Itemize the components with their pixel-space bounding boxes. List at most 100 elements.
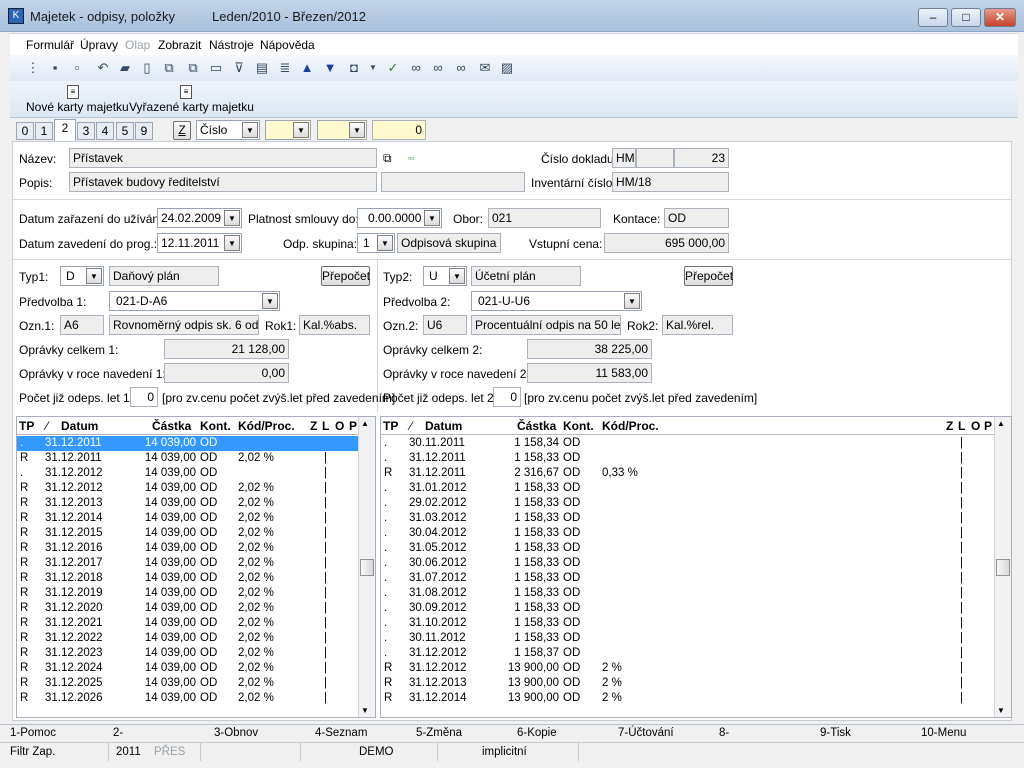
table-row[interactable]: . 31.08.2012 1 158,33 OD | [381,586,994,601]
notes-icon[interactable]: ▨ [498,59,516,77]
fkey-1[interactable]: 1-Pomoc [10,727,56,739]
odp-skupina-name[interactable]: Odpisová skupina 1 ( [397,233,501,253]
table-row[interactable]: . 30.06.2012 1 158,33 OD | [381,556,994,571]
right-depreciation-grid[interactable]: TP ⁄ Datum Částka Kont. Kód/Proc. Z L O … [380,416,1012,718]
table-row[interactable]: . 31.12.2011 14 039,00 OD [17,436,358,451]
camera-icon[interactable]: ◘ [345,59,363,77]
find-check-icon[interactable]: ✓ [384,59,402,77]
col-kod[interactable]: Kód/Proc. [602,419,659,433]
tab-0[interactable]: 0 [16,122,34,140]
rok2-field[interactable]: Kal.%rel. [662,315,733,335]
table-row[interactable]: . 30.11.2012 1 158,33 OD | [381,631,994,646]
fkey-8[interactable]: 8- [719,727,729,739]
stack-icon[interactable]: ≣ [276,59,294,77]
discarded-cards-button[interactable]: Vyřazené karty majetku [129,100,254,114]
tree-icon[interactable]: ⋮ [24,59,42,77]
datum-zarazeni-field[interactable]: 24.02.2009 ▼ [157,208,242,228]
close-button[interactable]: ✕ [984,8,1016,27]
scroll-down-icon[interactable]: ▼ [361,706,369,715]
prepocet2-button[interactable]: Přepočet [684,266,733,286]
minimize-button[interactable]: – [918,8,948,27]
filter-combo-2[interactable]: ▼ [317,120,367,140]
predvolba1-combo[interactable]: 021-D-A6 ▼ [109,291,280,311]
save-icon[interactable]: ▪ [46,59,64,77]
platnost-field[interactable]: 0.00.0000 ▼ [357,208,442,228]
binoculars-next-icon[interactable]: ∞ [429,59,447,77]
arrow-up-icon[interactable]: ▲ [298,59,316,77]
col-castka[interactable]: Částka [152,419,191,433]
opravky-roce2-field[interactable]: 11 583,00 [527,363,652,383]
table-row[interactable]: R 31.12.2013 13 900,00 OD 2 % | [381,676,994,691]
table-row[interactable]: . 30.11.2011 1 158,34 OD | [381,436,994,451]
pocet2-field[interactable]: 0 [493,387,521,407]
table-row[interactable]: . 31.10.2012 1 158,33 OD | [381,616,994,631]
ozn2-field[interactable]: U6 [423,315,467,335]
col-kont[interactable]: Kont. [563,419,594,433]
typ2-name[interactable]: Účetní plán [471,266,581,286]
menu-olap[interactable]: Olap [125,38,150,52]
opravky-roce1-field[interactable]: 0,00 [164,363,289,383]
chevron-down-icon[interactable]: ▼ [377,235,393,251]
fkey-3[interactable]: 3-Obnov [214,727,258,739]
filter-document-icon[interactable]: ▤ [253,59,271,77]
tab-4[interactable]: 4 [96,122,114,140]
calendar-dropdown-icon[interactable]: ▼ [424,210,440,226]
nazev-field[interactable]: Přístavek [69,148,377,168]
scroll-down-icon[interactable]: ▼ [997,706,1005,715]
sort-icon[interactable]: ⁄ [410,419,412,433]
chevron-down-icon[interactable]: ▼ [449,268,465,284]
pocet1-field[interactable]: 0 [130,387,158,407]
tab-5[interactable]: 5 [116,122,134,140]
col-datum[interactable]: Datum [425,419,462,433]
new-document-icon[interactable]: ▯ [138,59,156,77]
ozn2-desc[interactable]: Procentuální odpis na 50 let [471,315,621,335]
scroll-up-icon[interactable]: ▲ [361,419,369,428]
filter-combo-1[interactable]: ▼ [265,120,311,140]
calendar-dropdown-icon[interactable]: ▼ [224,210,240,226]
popis-field[interactable]: Přístavek budovy ředitelství [69,172,377,192]
chevron-down-icon[interactable]: ▼ [262,293,278,309]
z-button[interactable]: Z [173,121,191,140]
tab-3[interactable]: 3 [77,122,95,140]
table-row[interactable]: . 30.04.2012 1 158,33 OD | [381,526,994,541]
menu-upravy[interactable]: Úpravy [80,38,118,52]
scrollbar[interactable]: ▲ ▼ [994,417,1011,717]
typ1-name[interactable]: Daňový plán [109,266,219,286]
ozn1-field[interactable]: A6 [60,315,104,335]
col-o[interactable]: O [971,419,980,433]
col-z[interactable]: Z [310,419,317,433]
col-o[interactable]: O [335,419,344,433]
number-field[interactable]: 0 [372,120,426,140]
table-row[interactable]: . 31.12.2012 1 158,37 OD | [381,646,994,661]
tab-1[interactable]: 1 [35,122,53,140]
menu-zobrazit[interactable]: Zobrazit [158,38,201,52]
binoculars-icon[interactable]: ∞ [407,59,425,77]
table-row[interactable]: R 31.12.2011 2 316,67 OD 0,33 % | [381,466,994,481]
arrow-down-icon[interactable]: ▼ [321,59,339,77]
table-row[interactable]: R 31.12.2012 14 039,00 OD 2,02 % | [17,481,358,496]
fkey-5[interactable]: 5-Změna [416,727,462,739]
table-row[interactable]: . 31.05.2012 1 158,33 OD | [381,541,994,556]
table-row[interactable]: R 31.12.2016 14 039,00 OD 2,02 % | [17,541,358,556]
menu-nastroje[interactable]: Nástroje [209,38,254,52]
table-row[interactable]: R 31.12.2014 14 039,00 OD 2,02 % | [17,511,358,526]
cislo-dokladu-number[interactable]: 23 [674,148,729,168]
dropdown-arrow-icon[interactable]: ▼ [364,59,382,77]
typ2-combo[interactable]: U ▼ [423,266,467,286]
table-row[interactable]: R 31.12.2015 14 039,00 OD 2,02 % | [17,526,358,541]
col-kont[interactable]: Kont. [200,419,231,433]
table-row[interactable]: . 31.01.2012 1 158,33 OD | [381,481,994,496]
table-row[interactable]: R 31.12.2020 14 039,00 OD 2,02 % | [17,601,358,616]
chevron-down-icon[interactable]: ▼ [349,122,365,138]
left-depreciation-grid[interactable]: TP ⁄ Datum Částka Kont. Kód/Proc. Z L O … [16,416,376,718]
table-row[interactable]: R 31.12.2024 14 039,00 OD 2,02 % | [17,661,358,676]
fkey-6[interactable]: 6-Kopie [517,727,557,739]
table-row[interactable]: R 31.12.2017 14 039,00 OD 2,02 % | [17,556,358,571]
col-kod[interactable]: Kód/Proc. [238,419,295,433]
maximize-button[interactable]: □ [951,8,981,27]
table-row[interactable]: . 31.07.2012 1 158,33 OD | [381,571,994,586]
predvolba2-combo[interactable]: 021-U-U6 ▼ [471,291,642,311]
rok1-field[interactable]: Kal.%abs. [299,315,370,335]
col-p[interactable]: P [349,419,357,433]
col-castka[interactable]: Částka [517,419,556,433]
